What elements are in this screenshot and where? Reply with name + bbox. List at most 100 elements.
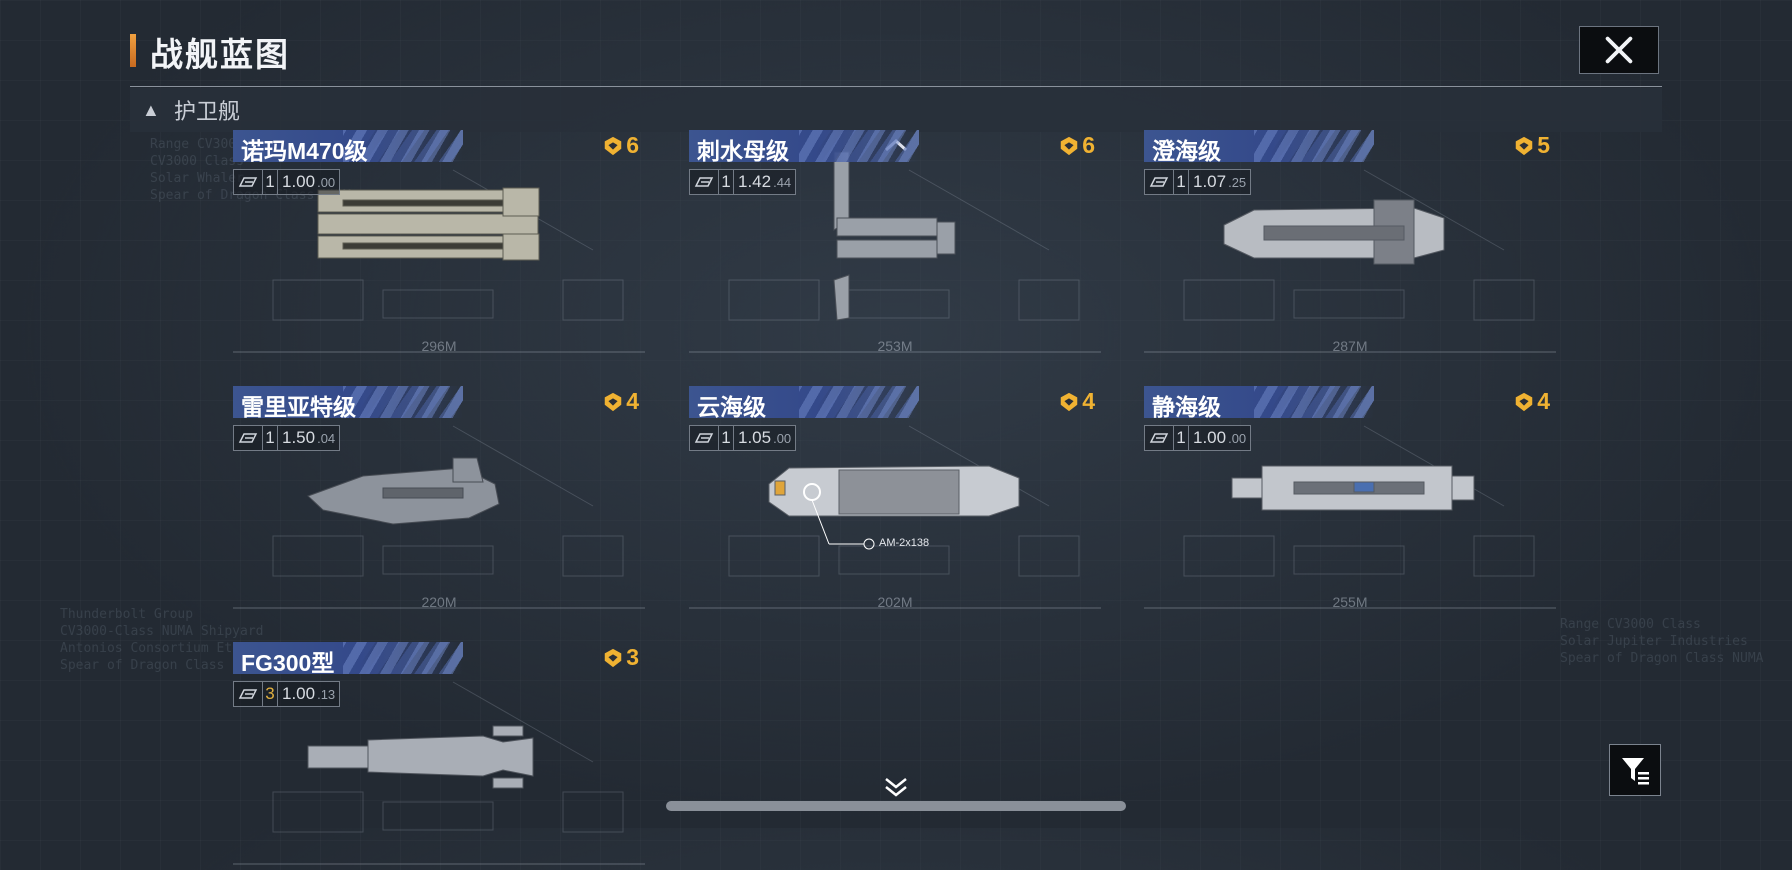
ship-ratio: 1.00.00 bbox=[1189, 426, 1250, 450]
title-accent-bar bbox=[130, 34, 136, 67]
ship-rank: 6 bbox=[1058, 132, 1095, 159]
filter-button[interactable] bbox=[1609, 744, 1661, 796]
name-banner-stripes bbox=[343, 386, 463, 418]
support-type-icon bbox=[690, 426, 719, 450]
ship-tier: 1 bbox=[263, 426, 278, 450]
section-label: 护卫舰 bbox=[174, 99, 241, 124]
ship-length: 253M bbox=[877, 338, 913, 354]
ratio-sub: .25 bbox=[1228, 174, 1247, 190]
ship-stats: 1 1.07.25 bbox=[1144, 169, 1252, 195]
rank-emblem-icon bbox=[1060, 392, 1078, 411]
rank-emblem-icon bbox=[604, 136, 622, 155]
close-button[interactable] bbox=[1579, 26, 1659, 74]
scrollbar-thumb[interactable] bbox=[666, 801, 1126, 811]
fighter-type-icon bbox=[234, 426, 263, 450]
rank-value: 5 bbox=[1537, 132, 1550, 158]
ship-stats: 1 1.05.00 bbox=[689, 425, 797, 451]
ship-name: 诺玛M470级 bbox=[241, 138, 368, 164]
ratio-main: 1.42 bbox=[738, 172, 772, 191]
ship-rank: 4 bbox=[1058, 388, 1095, 415]
rank-value: 6 bbox=[1082, 132, 1095, 158]
ship-name: 静海级 bbox=[1152, 394, 1221, 420]
ship-ratio: 1.42.44 bbox=[734, 170, 795, 194]
rank-emblem-icon bbox=[1060, 136, 1078, 155]
ship-stats: 3 1.00.13 bbox=[233, 681, 341, 707]
ratio-sub: .00 bbox=[773, 430, 792, 446]
ship-name: 云海级 bbox=[697, 394, 766, 420]
ratio-sub: .04 bbox=[317, 430, 336, 446]
ship-length: 287M bbox=[1332, 338, 1368, 354]
ship-name: FG300型 bbox=[241, 650, 335, 676]
ship-tier: 1 bbox=[1174, 426, 1189, 450]
ship-card[interactable]: 静海级 4 1 1.00.00 255M bbox=[1144, 386, 1556, 614]
ship-length: 202M bbox=[877, 594, 913, 610]
page-title: 战舰蓝图 bbox=[150, 36, 290, 73]
support-type-icon bbox=[1145, 170, 1174, 194]
rank-emblem-icon bbox=[604, 648, 622, 667]
scroll-down-chevron-icon[interactable] bbox=[882, 776, 910, 803]
rank-emblem-icon bbox=[1515, 136, 1533, 155]
rank-value: 4 bbox=[1082, 388, 1095, 414]
ship-stats: 1 1.00.00 bbox=[1144, 425, 1252, 451]
ship-name: 澄海级 bbox=[1152, 138, 1221, 164]
ratio-main: 1.00 bbox=[1193, 428, 1227, 447]
carrier-type-icon bbox=[690, 170, 719, 194]
ship-stats: 1 1.50.04 bbox=[233, 425, 341, 451]
ship-tier: 1 bbox=[1174, 170, 1189, 194]
ship-rank: 6 bbox=[602, 132, 639, 159]
name-banner-stripes bbox=[1254, 130, 1374, 162]
rank-value: 6 bbox=[626, 132, 639, 158]
ship-card[interactable]: 雷里亚特级 4 1 1.50.04 220M bbox=[233, 386, 645, 614]
ship-length: 255M bbox=[1332, 594, 1368, 610]
ratio-sub: .13 bbox=[317, 686, 336, 702]
rank-value: 3 bbox=[626, 644, 639, 670]
ship-rank: 4 bbox=[602, 388, 639, 415]
rank-emblem-icon bbox=[1515, 392, 1533, 411]
ship-stats: 1 1.42.44 bbox=[689, 169, 797, 195]
ship-length: 220M bbox=[421, 594, 457, 610]
ship-length: 296M bbox=[421, 338, 457, 354]
collapse-triangle-icon: ▲ bbox=[142, 99, 160, 120]
ship-name: 雷里亚特级 bbox=[241, 394, 356, 420]
name-banner-stripes bbox=[799, 130, 919, 162]
ship-ratio: 1.00.00 bbox=[278, 170, 339, 194]
ship-card[interactable]: 澄海级 5 1 1.07.25 287M bbox=[1144, 130, 1556, 358]
ship-ratio: 1.50.04 bbox=[278, 426, 339, 450]
carrier-type-icon bbox=[234, 170, 263, 194]
globe-type-icon bbox=[234, 682, 263, 706]
ratio-main: 1.00 bbox=[282, 684, 316, 703]
ship-ratio: 1.00.13 bbox=[278, 682, 339, 706]
header-divider bbox=[130, 86, 1662, 87]
ship-ratio: 1.05.00 bbox=[734, 426, 795, 450]
ratio-main: 1.00 bbox=[282, 172, 316, 191]
ship-tier: 1 bbox=[263, 170, 278, 194]
ship-card[interactable]: 诺玛M470级 6 1 1.00.00 296M bbox=[233, 130, 645, 358]
ratio-sub: .00 bbox=[317, 174, 336, 190]
filter-icon bbox=[1622, 758, 1649, 785]
ratio-main: 1.50 bbox=[282, 428, 316, 447]
ship-rank: 5 bbox=[1513, 132, 1550, 159]
ship-card[interactable]: 刺水母级 6 1 1.42.44 253M bbox=[689, 130, 1101, 358]
background-watermark-text: Range CV3000 Class Solar Jupiter Industr… bbox=[1560, 617, 1764, 666]
section-header-frigate[interactable]: ▲ 护卫舰 bbox=[130, 88, 1662, 132]
name-banner-stripes bbox=[1254, 386, 1374, 418]
rank-value: 4 bbox=[626, 388, 639, 414]
ship-card[interactable]: FG300型 3 3 1.00.13 bbox=[233, 642, 645, 870]
ratio-main: 1.05 bbox=[738, 428, 772, 447]
rank-emblem-icon bbox=[604, 392, 622, 411]
rank-value: 4 bbox=[1537, 388, 1550, 414]
ship-rank: 4 bbox=[1513, 388, 1550, 415]
name-banner-stripes bbox=[343, 642, 463, 674]
ship-rank: 3 bbox=[602, 644, 639, 671]
ratio-main: 1.07 bbox=[1193, 172, 1227, 191]
ship-card[interactable]: 云海级 4 1 1.05.00 202M AM-2x138 bbox=[689, 386, 1101, 614]
weapon-annotation: AM-2x138 bbox=[879, 537, 930, 549]
ratio-sub: .00 bbox=[1228, 430, 1247, 446]
name-banner-stripes bbox=[799, 386, 919, 418]
ship-stats: 1 1.00.00 bbox=[233, 169, 341, 195]
ratio-sub: .44 bbox=[773, 174, 792, 190]
ship-name: 刺水母级 bbox=[697, 138, 789, 164]
ship-tier: 3 bbox=[263, 682, 278, 706]
close-icon bbox=[1605, 36, 1633, 64]
ship-ratio: 1.07.25 bbox=[1189, 170, 1250, 194]
